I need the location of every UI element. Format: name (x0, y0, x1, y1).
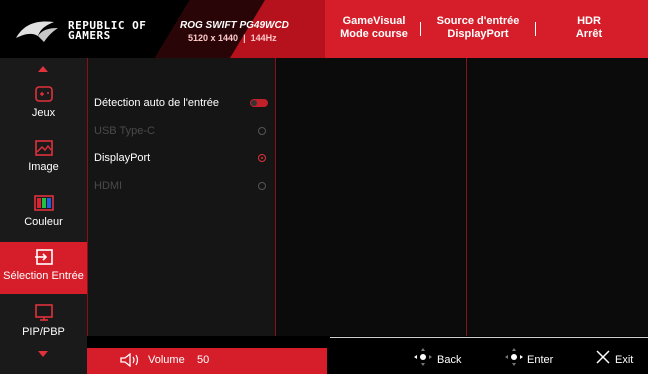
back-button[interactable]: Back (437, 354, 461, 366)
scroll-up-arrow-icon[interactable] (38, 66, 48, 72)
auto-detect-input-label[interactable]: Détection auto de l'entrée (94, 97, 219, 109)
volume-label: Volume (148, 354, 185, 366)
option-hdmi[interactable]: HDMI (94, 180, 122, 192)
sidebar-item-couleur[interactable]: Couleur (0, 194, 87, 246)
submenu-panel (275, 58, 467, 348)
pip-icon (34, 304, 53, 321)
scroll-down-arrow-icon[interactable] (38, 351, 48, 357)
resolution-info: 5120 x 1440 | 144Hz (188, 33, 277, 43)
option-usb-type-c[interactable]: USB Type-C (94, 125, 155, 137)
rog-logo-icon (16, 21, 58, 42)
volume-value: 50 (197, 354, 210, 366)
sidebar-item-pip-pbp[interactable]: PIP/PBP (0, 304, 87, 344)
close-icon[interactable] (596, 350, 610, 364)
radio-displayport[interactable] (258, 154, 266, 162)
enter-button[interactable]: Enter (527, 354, 553, 366)
joystick-enter-icon (505, 348, 523, 366)
volume-icon (120, 353, 139, 367)
model-name: ROG SWIFT PG49WCD (180, 20, 289, 31)
gamepad-icon (34, 86, 53, 102)
exit-button[interactable]: Exit (615, 354, 633, 366)
sidebar-item-image[interactable]: Image (0, 139, 87, 191)
status-input-source: Source d'entrée DisplayPort (436, 15, 520, 40)
sidebar-item-selection-entree[interactable]: Sélection Entrée (0, 242, 87, 294)
footer-divider (330, 337, 648, 338)
status-divider (420, 22, 421, 36)
input-select-icon (34, 249, 53, 265)
status-hdr: HDR Arrêt (575, 15, 603, 40)
status-gamevisual: GameVisual Mode course (340, 15, 408, 40)
option-displayport[interactable]: DisplayPort (94, 152, 150, 164)
image-icon (34, 140, 53, 156)
sidebar-item-jeux[interactable]: Jeux (0, 85, 87, 135)
color-icon (33, 195, 54, 211)
brand-name: REPUBLIC OF GAMERS (68, 19, 147, 42)
submenu-panel-2 (466, 58, 648, 348)
radio-usb-type-c[interactable] (258, 127, 266, 135)
auto-detect-toggle[interactable] (250, 99, 268, 107)
status-divider (535, 22, 536, 36)
radio-hdmi[interactable] (258, 182, 266, 190)
joystick-back-icon (414, 348, 432, 366)
